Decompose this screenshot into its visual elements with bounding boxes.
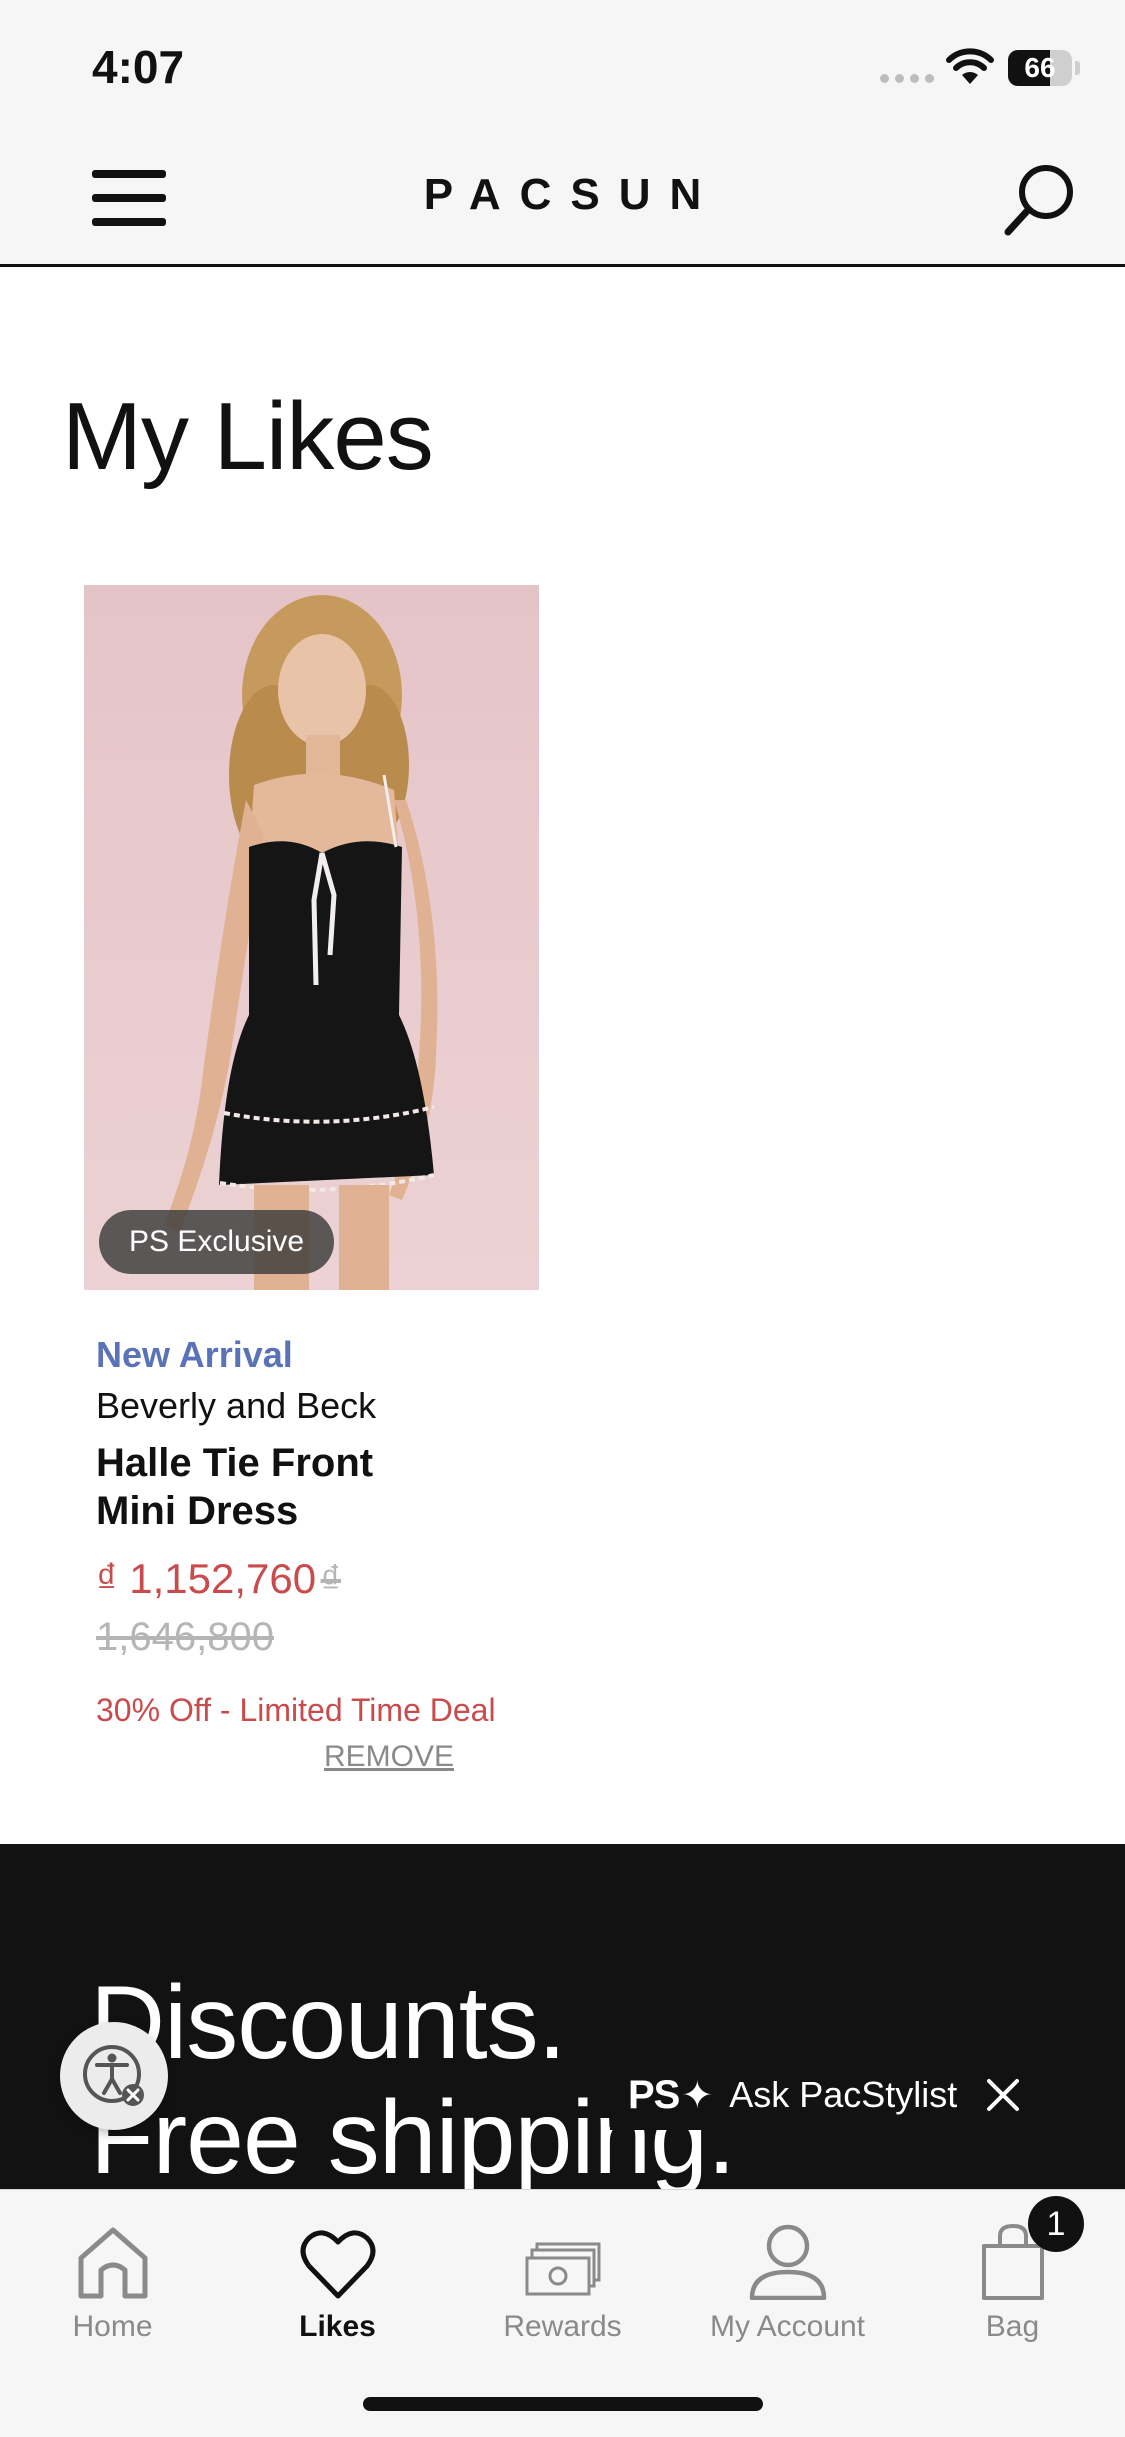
heart-icon bbox=[300, 2230, 375, 2299]
close-icon[interactable] bbox=[985, 2077, 1021, 2113]
remove-link[interactable]: REMOVE bbox=[324, 1740, 454, 1774]
page-title: My Likes bbox=[62, 383, 434, 490]
tab-bag[interactable]: Bag bbox=[900, 2210, 1125, 2344]
accessibility-button[interactable] bbox=[60, 2022, 168, 2130]
battery-icon: 66 bbox=[1008, 50, 1072, 86]
model-photo bbox=[84, 585, 539, 1290]
tab-rewards-label: Rewards bbox=[503, 2310, 622, 2343]
pacsun-logo[interactable]: PACSUN bbox=[0, 170, 1125, 220]
ask-pacstylist-label: Ask PacStylist bbox=[729, 2074, 958, 2115]
product-name[interactable]: Halle Tie Front Mini Dress bbox=[96, 1439, 426, 1535]
ask-pacstylist-chip[interactable]: PS ✦ Ask PacStylist bbox=[610, 2060, 1040, 2130]
status-bar: 4:07 66 bbox=[0, 0, 1125, 130]
sparkle-icon: ✦ bbox=[681, 2074, 714, 2117]
wifi-icon bbox=[946, 48, 994, 84]
deal-text: 30% Off - Limited Time Deal bbox=[96, 1692, 496, 1728]
tab-home-label: Home bbox=[72, 2310, 153, 2343]
product-image[interactable]: PS Exclusive bbox=[84, 585, 539, 1290]
tab-likes-label: Likes bbox=[299, 2310, 376, 2343]
cellular-signal-icon bbox=[880, 74, 934, 83]
home-indicator bbox=[363, 2397, 763, 2411]
battery-tip bbox=[1075, 61, 1080, 75]
product-brand: Beverly and Beck bbox=[96, 1385, 377, 1426]
battery-percent: 66 bbox=[1024, 52, 1056, 83]
rewards-icon bbox=[525, 2242, 600, 2296]
home-icon bbox=[78, 2227, 147, 2299]
tab-rewards[interactable]: Rewards bbox=[450, 2210, 675, 2344]
tab-likes[interactable]: Likes bbox=[225, 2210, 450, 2344]
ps-exclusive-badge: PS Exclusive bbox=[99, 1210, 335, 1274]
accessibility-icon bbox=[83, 2045, 144, 2106]
search-icon[interactable] bbox=[1002, 162, 1078, 238]
promo-banner: Discounts. Free shipping. bbox=[0, 1844, 1125, 2189]
tab-my-account-label: My Account bbox=[709, 2310, 866, 2343]
account-icon bbox=[749, 2224, 826, 2300]
price-row: ₫ 1,152,760 ₫ 1,646,800 bbox=[96, 1555, 396, 1670]
sale-price: ₫ 1,152,760 bbox=[96, 1555, 317, 1602]
ps-logo: PS bbox=[628, 2072, 680, 2117]
new-arrival-tag: New Arrival bbox=[96, 1334, 293, 1375]
app-header: PACSUN bbox=[0, 130, 1125, 267]
product-card: PS Exclusive New Arrival Beverly and Bec… bbox=[84, 585, 539, 1728]
tab-home[interactable]: Home bbox=[0, 2210, 225, 2344]
bag-count-badge: 1 bbox=[1028, 2196, 1084, 2252]
product-info: New Arrival Beverly and Beck Halle Tie F… bbox=[96, 1333, 556, 1729]
tab-my-account[interactable]: My Account bbox=[675, 2210, 900, 2344]
tab-bag-label: Bag bbox=[985, 2310, 1040, 2343]
status-time: 4:07 bbox=[92, 41, 185, 93]
